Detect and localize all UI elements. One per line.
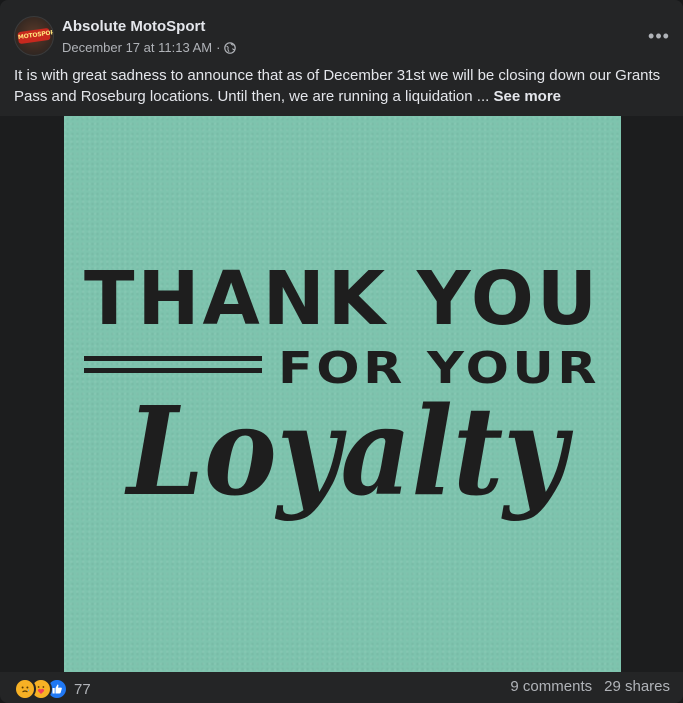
post-photo[interactable]: THANK YOU FOR YOUR Loyalty [64, 116, 621, 672]
thank-you-graphic: THANK YOU FOR YOUR Loyalty [84, 256, 600, 523]
image-line-loyalty: Loyalty [124, 379, 573, 523]
image-line-thank-you: THANK YOU [84, 256, 600, 342]
post-header: MOTOSPORT Absolute MotoSport December 17… [14, 16, 669, 60]
sad-icon [14, 678, 36, 700]
reaction-summary[interactable]: 77 [14, 678, 91, 700]
post-body: It is with great sadness to announce tha… [14, 65, 664, 107]
post-footer: 77 9 comments 29 shares [14, 678, 670, 700]
post-text: It is with great sadness to announce tha… [14, 67, 661, 105]
see-more-link[interactable]: See more [493, 88, 561, 105]
globe-icon[interactable] [224, 41, 237, 54]
more-options-button[interactable]: ••• [645, 24, 673, 48]
post-meta: December 17 at 11:13 AM · [62, 40, 237, 55]
meta-separator: · [216, 40, 221, 55]
engagement-counts: 9 comments 29 shares [510, 678, 670, 695]
post-timestamp[interactable]: December 17 at 11:13 AM [62, 40, 212, 55]
comments-link[interactable]: 9 comments [510, 678, 592, 695]
post-card: MOTOSPORT Absolute MotoSport December 17… [0, 0, 683, 703]
post-media[interactable]: THANK YOU FOR YOUR Loyalty [0, 116, 683, 672]
image-rule-top [84, 356, 262, 361]
reaction-count[interactable]: 77 [74, 681, 91, 698]
page-name-link[interactable]: Absolute MotoSport [62, 18, 205, 35]
avatar-logo: MOTOSPORT [17, 27, 53, 45]
image-rule-bottom [84, 368, 262, 373]
page-avatar[interactable]: MOTOSPORT [14, 16, 54, 56]
shares-link[interactable]: 29 shares [604, 678, 670, 695]
